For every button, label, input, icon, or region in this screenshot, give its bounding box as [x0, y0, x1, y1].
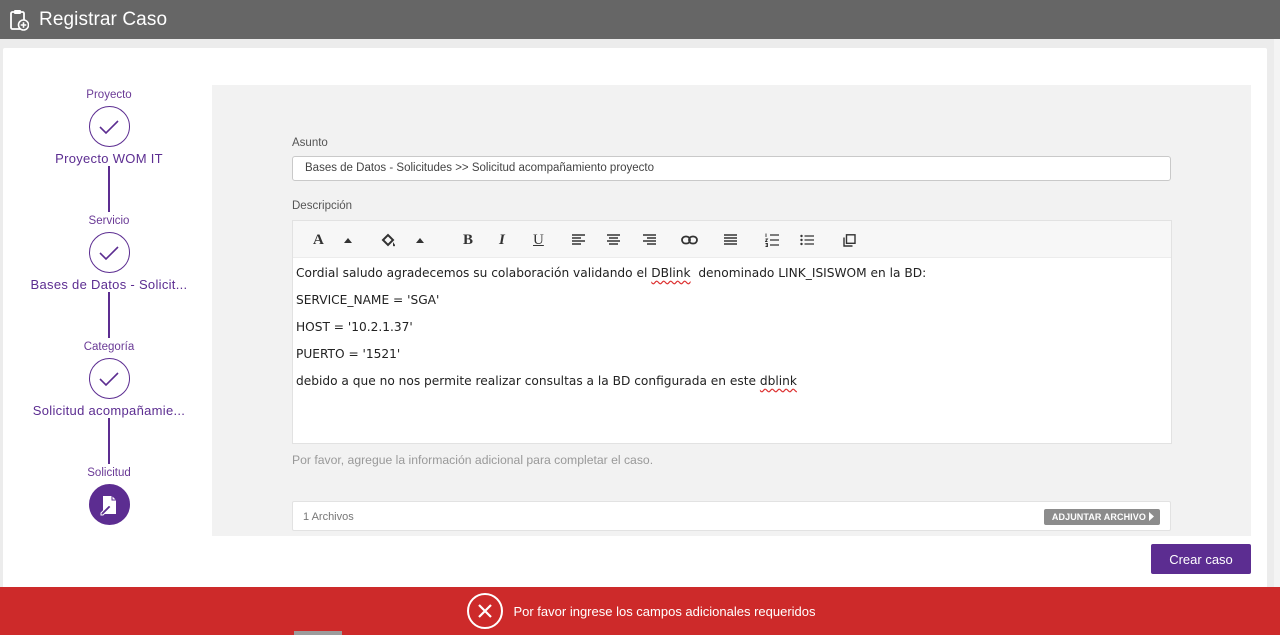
underline-icon[interactable]: U — [533, 229, 544, 251]
ordered-list-icon[interactable] — [765, 229, 779, 251]
attach-file-label: ADJUNTAR ARCHIVO — [1051, 512, 1146, 522]
description-editor[interactable]: A B I U Cordial saludo agradecemos su co… — [292, 220, 1172, 444]
caret-right-icon — [1149, 512, 1154, 521]
justify-icon[interactable] — [724, 229, 737, 251]
error-message: Por favor ingrese los campos adicionales… — [513, 603, 816, 619]
align-left-icon[interactable] — [572, 229, 585, 251]
text-run: denominado LINK_ISISWOM en la BD: — [690, 266, 927, 280]
step-label: Solicitud — [87, 467, 131, 479]
description-label: Descripción — [292, 200, 353, 212]
step-servicio[interactable]: Servicio Bases de Datos - Solicit... — [3, 215, 215, 292]
step-label: Proyecto — [86, 89, 132, 101]
check-icon — [88, 358, 130, 399]
create-case-button[interactable]: Crear caso — [1151, 544, 1251, 574]
page-title: Registrar Caso — [39, 8, 168, 30]
link-icon[interactable] — [681, 229, 698, 251]
attachments-bar: 1 Archivos ADJUNTAR ARCHIVO — [292, 501, 1171, 531]
scrollbar[interactable] — [1274, 39, 1280, 589]
edit-document-icon — [88, 484, 130, 525]
step-label: Categoría — [83, 341, 135, 353]
text-run: Cordial saludo agradecemos su colaboraci… — [296, 266, 652, 280]
caret-up-icon[interactable] — [343, 229, 353, 251]
align-center-icon[interactable] — [607, 229, 620, 251]
caret-up-icon[interactable] — [415, 229, 425, 251]
copy-icon[interactable] — [843, 229, 856, 251]
attachments-count: 1 Archivos — [303, 511, 354, 523]
description-line: PUERTO = '1521' — [296, 347, 401, 361]
helper-text: Por favor, agregue la información adicio… — [292, 453, 654, 467]
step-connector — [108, 418, 110, 464]
check-icon — [88, 106, 130, 147]
editor-text[interactable]: Cordial saludo agradecemos su colaboraci… — [293, 258, 1171, 395]
align-right-icon[interactable] — [643, 229, 656, 251]
description-line: HOST = '10.2.1.37' — [296, 320, 413, 334]
subject-field[interactable]: Bases de Datos - Solicitudes >> Solicitu… — [292, 156, 1171, 181]
step-connector — [108, 292, 110, 338]
italic-icon[interactable]: I — [499, 229, 505, 251]
step-categoria[interactable]: Categoría Solicitud acompañamie... — [3, 341, 215, 418]
step-solicitud[interactable]: Solicitud — [3, 467, 215, 525]
description-line: SERVICE_NAME = 'SGA' — [296, 293, 440, 307]
editor-toolbar: A B I U — [293, 221, 1171, 258]
step-connector — [108, 166, 110, 212]
divider — [294, 631, 342, 635]
close-circle-icon[interactable] — [467, 593, 504, 629]
font-color-icon[interactable]: A — [313, 229, 324, 251]
subject-label: Asunto — [292, 137, 328, 149]
step-value: Bases de Datos - Solicit... — [30, 277, 188, 292]
spellcheck-word: DBlink — [651, 266, 691, 280]
text-run: debido a que no nos permite realizar con… — [296, 374, 760, 388]
step-label: Servicio — [88, 215, 130, 227]
description-line: debido a que no nos permite realizar con… — [296, 368, 1167, 395]
spellcheck-word: dblink — [759, 374, 797, 388]
error-banner: Por favor ingrese los campos adicionales… — [0, 587, 1280, 635]
step-value: Proyecto WOM IT — [55, 151, 163, 166]
case-form-card: Proyecto Proyecto WOM IT Servicio Bases … — [3, 48, 1267, 588]
bold-icon[interactable]: B — [463, 229, 473, 251]
wizard-stepper: Proyecto Proyecto WOM IT Servicio Bases … — [3, 48, 215, 588]
fill-color-icon[interactable] — [381, 229, 396, 251]
attach-file-button[interactable]: ADJUNTAR ARCHIVO — [1043, 509, 1160, 525]
unordered-list-icon[interactable] — [800, 229, 814, 251]
step-value: Solicitud acompañamie... — [32, 403, 186, 418]
clipboard-add-icon — [9, 9, 29, 31]
description-line: Cordial saludo agradecemos su colaboraci… — [296, 260, 1167, 287]
form-panel: Asunto Bases de Datos - Solicitudes >> S… — [212, 85, 1251, 536]
app-header: Registrar Caso — [0, 0, 1280, 39]
check-icon — [88, 232, 130, 273]
step-proyecto[interactable]: Proyecto Proyecto WOM IT — [3, 89, 215, 166]
